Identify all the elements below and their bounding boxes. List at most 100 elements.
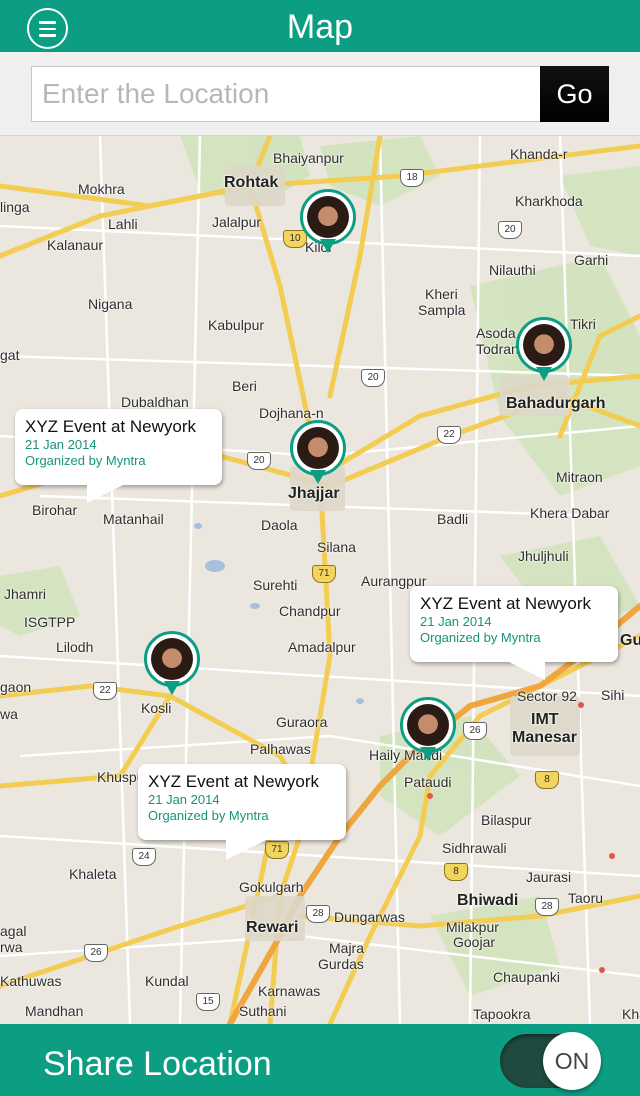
place-label: Garhi xyxy=(574,252,609,268)
place-label: rwa xyxy=(0,939,23,955)
place-label: Milakpur xyxy=(446,919,499,935)
place-label: Sidhrawali xyxy=(442,840,507,856)
place-label: ISGTPP xyxy=(24,614,76,630)
place-label: Jaurasi xyxy=(526,869,572,885)
place-label: Amadalpur xyxy=(288,639,356,655)
place-label: Kosli xyxy=(141,700,172,716)
user-location-pin[interactable] xyxy=(290,420,346,490)
map-view[interactable]: Rohtak Bhaiyanpur Khanda-r Mokhra Kharkh… xyxy=(0,136,640,1024)
highway-shield: 15 xyxy=(196,993,220,1011)
bubble-tail xyxy=(505,660,545,680)
event-date: 21 Jan 2014 xyxy=(148,792,220,807)
place-label: Nigana xyxy=(88,296,133,312)
toggle-knob[interactable]: ON xyxy=(543,1032,601,1090)
share-location-bar: Share Location ON xyxy=(0,1024,640,1096)
location-search-input[interactable] xyxy=(31,66,541,122)
place-label: gat xyxy=(0,347,20,363)
place-label: Guraora xyxy=(276,714,328,730)
place-label: Kabulpur xyxy=(208,317,265,333)
avatar xyxy=(300,189,356,245)
place-label: Todran xyxy=(476,341,519,357)
place-label: Khera Dabar xyxy=(530,505,610,521)
avatar xyxy=(400,697,456,753)
highway-shield: 24 xyxy=(132,848,156,866)
event-bubble[interactable]: XYZ Event at Newyork 21 Jan 2014 Organiz… xyxy=(410,586,618,680)
place-label: IMT xyxy=(531,711,559,728)
place-label: Lilodh xyxy=(56,639,94,655)
avatar xyxy=(516,317,572,373)
place-label: Khanda-r xyxy=(510,146,568,162)
place-label: Chandpur xyxy=(279,603,341,619)
user-location-pin[interactable] xyxy=(300,189,356,259)
place-label: Majra xyxy=(329,940,365,956)
share-location-toggle[interactable]: ON xyxy=(500,1032,601,1090)
place-label: Badli xyxy=(437,511,469,527)
place-label: Jalalpur xyxy=(212,214,262,230)
highway-shield: 28 xyxy=(306,905,330,923)
page-title: Map xyxy=(286,8,354,46)
event-date: 21 Jan 2014 xyxy=(420,614,492,629)
highway-shield: 71 xyxy=(312,565,336,583)
place-label: Kheri xyxy=(425,286,458,302)
bubble-tail xyxy=(87,483,127,503)
event-title: XYZ Event at Newyork xyxy=(25,417,197,436)
place-label: Pataudi xyxy=(404,774,452,790)
place-label: Gu xyxy=(620,632,640,649)
place-label: Asoda xyxy=(476,325,516,341)
bubble-tail xyxy=(226,838,270,860)
place-label: Surehti xyxy=(253,577,298,593)
avatar xyxy=(290,420,346,476)
place-label: Daola xyxy=(261,517,298,533)
place-label: Jhamri xyxy=(4,586,47,602)
place-label: Bilaspur xyxy=(481,812,532,828)
avatar xyxy=(144,631,200,687)
place-label: Jhuljhuli xyxy=(518,548,569,564)
place-label: Gurdas xyxy=(318,956,364,972)
user-location-pin[interactable] xyxy=(516,317,572,387)
go-button[interactable]: Go xyxy=(540,66,609,122)
place-label: Gokulgarh xyxy=(239,879,304,895)
place-label: Kathuwas xyxy=(0,973,62,989)
event-organizer: Organized by Myntra xyxy=(25,453,146,468)
place-label: Rewari xyxy=(246,919,299,936)
place-label: Matanhail xyxy=(103,511,164,527)
place-label: Kharkhoda xyxy=(515,193,583,209)
place-label: Manesar xyxy=(512,729,577,746)
event-bubble[interactable]: XYZ Event at Newyork 21 Jan 2014 Organiz… xyxy=(138,764,346,860)
place-label: Tikri xyxy=(570,316,596,332)
app-header: Map xyxy=(0,0,640,52)
highway-shield: 26 xyxy=(84,944,108,962)
highway-shield: 8 xyxy=(535,771,559,789)
place-label: Dojhana-n xyxy=(259,405,324,421)
place-label: Mokhra xyxy=(78,181,125,197)
place-label: Rohtak xyxy=(224,174,279,191)
place-label: agal xyxy=(0,923,27,939)
user-location-pin[interactable] xyxy=(144,631,200,701)
place-label: Beri xyxy=(232,378,257,394)
place-label: Sampla xyxy=(418,302,466,318)
place-label: Mandhan xyxy=(25,1003,84,1019)
highway-shield: 26 xyxy=(463,722,487,740)
place-label: Chaupanki xyxy=(493,969,560,985)
place-label: Khanpur xyxy=(622,1006,640,1022)
event-bubble[interactable]: XYZ Event at Newyork 21 Jan 2014 Organiz… xyxy=(15,409,222,503)
place-label: Tapookra xyxy=(473,1006,531,1022)
place-label: Palhawas xyxy=(250,741,311,757)
place-label: wa xyxy=(0,706,18,722)
event-organizer: Organized by Myntra xyxy=(148,808,269,823)
place-label: Nilauthi xyxy=(489,262,536,278)
place-label: Bahadurgarh xyxy=(506,395,606,412)
place-label: Suthani xyxy=(239,1003,287,1019)
place-label: linga xyxy=(0,199,30,215)
event-date: 21 Jan 2014 xyxy=(25,437,97,452)
event-title: XYZ Event at Newyork xyxy=(148,772,320,791)
place-label: Dubaldhan xyxy=(121,394,189,410)
highway-shield: 20 xyxy=(361,369,385,387)
highway-shield: 8 xyxy=(444,863,468,881)
place-label: Khaleta xyxy=(69,866,117,882)
place-label: Silana xyxy=(317,539,356,555)
user-location-pin[interactable] xyxy=(400,697,456,767)
place-label: Mitraon xyxy=(556,469,603,485)
search-bar: Go xyxy=(0,52,640,136)
place-label: Sector 92 xyxy=(517,688,577,704)
